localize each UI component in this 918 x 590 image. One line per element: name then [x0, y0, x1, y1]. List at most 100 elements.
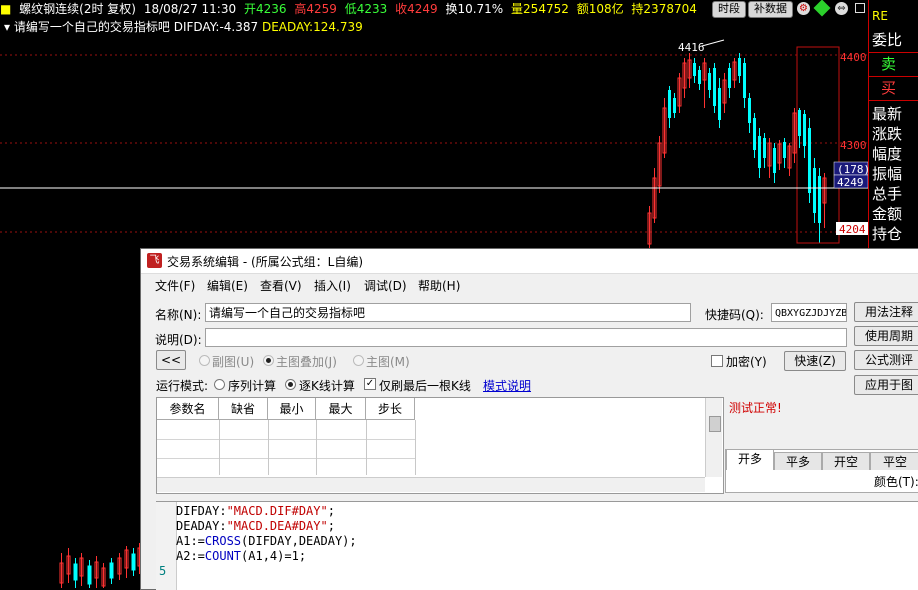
- candle-body: [773, 148, 776, 173]
- menu-view[interactable]: 查看(V): [260, 277, 302, 294]
- panel-divider: [869, 100, 918, 101]
- formula-test-button[interactable]: 公式测评: [854, 350, 918, 370]
- code-function: CROSS: [204, 534, 242, 548]
- description-label: 说明(D):: [155, 333, 202, 347]
- shortcut-input[interactable]: QBXYGZJDJYZB: [771, 303, 847, 322]
- radio-kline[interactable]: [285, 379, 296, 390]
- name-input[interactable]: 请编写一个自己的交易指标吧: [205, 303, 691, 322]
- radio-main-overlay[interactable]: [263, 355, 274, 366]
- menu-debug[interactable]: 调试(D): [364, 277, 407, 294]
- code-line-4[interactable]: A2:=COUNT(A1,4)=1;: [176, 549, 306, 564]
- candle-body: [783, 142, 786, 158]
- only-last-checkbox[interactable]: ✓: [364, 378, 376, 390]
- candle-body: [718, 88, 721, 120]
- menu-help[interactable]: 帮助(H): [418, 277, 460, 294]
- cursor-count: (178): [837, 163, 868, 176]
- ticker-open: 开4236: [243, 2, 287, 16]
- tab-close-long[interactable]: 平多: [774, 452, 822, 470]
- candle-body: [668, 90, 671, 118]
- stock-icon: ■: [0, 2, 12, 16]
- only-last-label: 仅刷最后一根K线: [379, 379, 471, 393]
- scrollbar-thumb[interactable]: [709, 416, 721, 432]
- quote-buy: 买: [881, 79, 897, 97]
- candle-body: [808, 128, 811, 193]
- code-editor[interactable]: 5 DIFDAY:"MACD.DIF#DAY"; DEADAY:"MACD.DE…: [156, 501, 918, 590]
- param-header-default: 缺省: [219, 398, 268, 420]
- ticker-change: 换10.71%: [445, 2, 504, 16]
- encrypt-checkbox[interactable]: [711, 355, 723, 367]
- horizontal-scrollbar[interactable]: [157, 477, 705, 492]
- line-gutter: 5: [156, 502, 177, 590]
- code-text: A1:=: [176, 534, 205, 548]
- candle-body: [693, 63, 696, 76]
- candle-body: [813, 168, 816, 213]
- radio-sub-chart[interactable]: [199, 355, 210, 366]
- radio-sequence-label: 序列计算: [228, 379, 277, 393]
- usage-notes-button[interactable]: 用法注释: [854, 302, 918, 322]
- ticker-name: 螺纹钢连续(2时 复权): [19, 2, 136, 16]
- quote-change: 涨跌: [872, 125, 903, 143]
- param-header-max: 最大: [316, 398, 366, 420]
- name-label: 名称(N):: [155, 308, 202, 322]
- code-line-3[interactable]: A1:=CROSS(DIFDAY,DEADAY);: [176, 534, 357, 549]
- mode-help-link[interactable]: 模式说明: [483, 377, 531, 394]
- candle-body: [87, 565, 92, 585]
- code-line-1[interactable]: DIFDAY:"MACD.DIF#DAY";: [176, 504, 335, 519]
- code-line-2[interactable]: DEADAY:"MACD.DEA#DAY";: [176, 519, 335, 534]
- param-header-step: 步长: [366, 398, 415, 420]
- candle-body: [798, 110, 801, 136]
- candle-body: [131, 553, 136, 571]
- panel-divider: [869, 52, 918, 53]
- dialog-titlebar[interactable]: 飞 交易系统编辑 - (所属公式组：L自编): [141, 249, 918, 274]
- code-text: A2:=: [176, 549, 205, 563]
- table-row[interactable]: [157, 458, 415, 459]
- menu-insert[interactable]: 插入(I): [314, 277, 351, 294]
- tab-open-short[interactable]: 开空: [822, 452, 870, 470]
- table-divider: [415, 420, 416, 475]
- apply-to-chart-button[interactable]: 应用于图: [854, 375, 918, 395]
- table-row[interactable]: [157, 439, 415, 440]
- candle-body: [713, 68, 716, 106]
- menu-file[interactable]: 文件(F): [155, 277, 195, 294]
- ticker-high: 高4259: [294, 2, 337, 16]
- description-input[interactable]: [205, 328, 847, 347]
- ticker-low: 低4233: [344, 2, 388, 16]
- test-status: 测试正常!: [729, 401, 782, 415]
- maximize-icon[interactable]: [855, 3, 865, 13]
- code-text: DEADAY:: [176, 519, 227, 533]
- encrypt-label: 加密(Y): [726, 355, 767, 369]
- panel-divider: [869, 76, 918, 77]
- candle-body: [673, 98, 676, 113]
- tab-open-long[interactable]: 开多: [726, 449, 774, 470]
- candle-body: [763, 138, 766, 158]
- radio-sequence[interactable]: [214, 379, 225, 390]
- quote-amplitude: 振幅: [872, 165, 903, 183]
- candle-body: [748, 98, 751, 123]
- param-header-name: 参数名: [157, 398, 219, 420]
- candle-body: [743, 63, 746, 98]
- gear-icon[interactable]: ⚙: [797, 2, 810, 15]
- radio-kline-label: 逐K线计算: [299, 379, 355, 393]
- tab-close-short[interactable]: 平空: [870, 452, 918, 470]
- quick-button[interactable]: 快速(Z): [784, 351, 846, 371]
- ticker-close: 收4249: [395, 2, 438, 16]
- arrow-icon[interactable]: ⇔: [835, 2, 848, 15]
- radio-main-chart[interactable]: [353, 355, 364, 366]
- menu-edit[interactable]: 编辑(E): [207, 277, 248, 294]
- dialog-title: 交易系统编辑 - (所属公式组：L自编): [167, 255, 364, 269]
- quote-sell: 卖: [881, 55, 897, 73]
- timeshare-button[interactable]: 时段: [712, 1, 746, 18]
- candle-body: [698, 70, 701, 84]
- candle-body: [818, 176, 821, 223]
- code-text: DIFDAY:: [176, 504, 227, 518]
- collapse-button[interactable]: <<: [156, 350, 186, 370]
- candle-body: [803, 114, 806, 146]
- supplement-data-button[interactable]: 补数据: [748, 1, 793, 18]
- param-table: 参数名 缺省 最小 最大 步长: [156, 397, 724, 494]
- usage-period-button[interactable]: 使用周期: [854, 326, 918, 346]
- app-icon: 飞: [147, 253, 162, 268]
- last-price-label: 4204: [839, 223, 866, 236]
- code-string: "MACD.DEA#DAY": [226, 519, 328, 533]
- quote-amount: 金额: [872, 205, 903, 223]
- vertical-scrollbar[interactable]: [705, 398, 722, 477]
